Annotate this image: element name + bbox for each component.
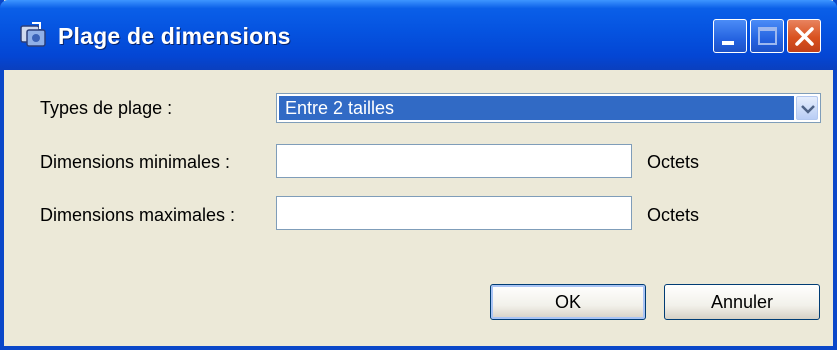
close-button[interactable]	[787, 19, 821, 53]
maximize-button[interactable]	[750, 19, 784, 53]
range-type-value: Entre 2 tailles	[279, 96, 794, 120]
dropdown-arrow-button[interactable]	[796, 96, 818, 120]
minimize-button[interactable]	[713, 19, 747, 53]
max-size-unit: Octets	[647, 205, 700, 225]
range-type-select[interactable]: Entre 2 tailles	[276, 93, 821, 123]
max-size-label: Dimensions maximales :	[40, 205, 236, 225]
min-size-input[interactable]	[276, 144, 632, 178]
minimize-icon	[722, 41, 734, 45]
close-icon	[795, 27, 814, 46]
dialog-window: Plage de dimensions Types de plage : Ent…	[0, 0, 837, 350]
app-icon	[20, 22, 46, 47]
title-bar[interactable]: Plage de dimensions	[0, 0, 837, 70]
cancel-button[interactable]: Annuler	[664, 284, 820, 320]
window-title: Plage de dimensions	[58, 23, 291, 49]
ok-button[interactable]: OK	[490, 284, 646, 320]
min-size-label: Dimensions minimales :	[40, 152, 231, 172]
range-type-label: Types de plage :	[40, 98, 173, 118]
max-size-input[interactable]	[276, 196, 632, 230]
chevron-down-icon	[801, 105, 815, 114]
maximize-icon	[758, 27, 777, 45]
min-size-unit: Octets	[647, 152, 700, 172]
